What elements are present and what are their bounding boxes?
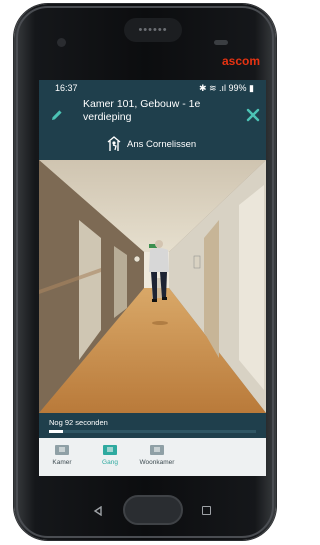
tab-kamer[interactable]: Kamer — [47, 444, 77, 466]
phone-screen: 16:37 ✱ ≋ .ıl 99% ▮ Kamer 101, Gebouw - … — [39, 80, 266, 476]
camera-video-feed — [39, 160, 266, 413]
proximity-sensor — [214, 40, 228, 45]
countdown-text: Nog 92 seconden — [49, 418, 108, 427]
call-header: Kamer 101, Gebouw - 1e verdieping Ans Co… — [39, 96, 266, 160]
camera-icon — [103, 445, 117, 455]
pencil-icon[interactable] — [50, 108, 64, 122]
recent-apps-icon[interactable] — [202, 506, 211, 515]
tab-gang[interactable]: Gang — [96, 444, 124, 466]
resident-row: Ans Cornelissen — [106, 134, 196, 154]
speaker-grille: •••••• — [138, 24, 168, 36]
tab-woonkamer-label: Woonkamer — [139, 459, 175, 466]
countdown-progress-bar — [49, 430, 256, 433]
camera-icon — [150, 445, 164, 455]
brand-logo: ascom — [222, 54, 261, 68]
back-icon[interactable] — [93, 506, 103, 516]
android-nav-bar — [39, 476, 266, 530]
earpiece-speaker: •••••• — [124, 18, 182, 42]
countdown-progress-fill — [49, 430, 64, 433]
status-indicators: ✱ ≋ .ıl 99% ▮ — [198, 83, 254, 93]
status-time: 16:37 — [55, 83, 78, 93]
tab-gang-label: Gang — [102, 459, 118, 466]
room-title: Kamer 101, Gebouw - 1e verdieping — [83, 98, 201, 123]
front-camera-icon — [57, 38, 66, 47]
camera-tab-bar: Kamer Gang Woonkamer — [39, 438, 266, 476]
camera-icon — [55, 445, 69, 455]
tab-kamer-label: Kamer — [52, 459, 72, 466]
bed-exit-icon — [107, 136, 121, 151]
status-bar: 16:37 ✱ ≋ .ıl 99% ▮ — [39, 80, 266, 96]
close-icon[interactable] — [246, 108, 260, 122]
resident-name: Ans Cornelissen — [127, 138, 197, 150]
tab-woonkamer[interactable]: Woonkamer — [135, 444, 179, 466]
home-button[interactable] — [123, 495, 183, 525]
